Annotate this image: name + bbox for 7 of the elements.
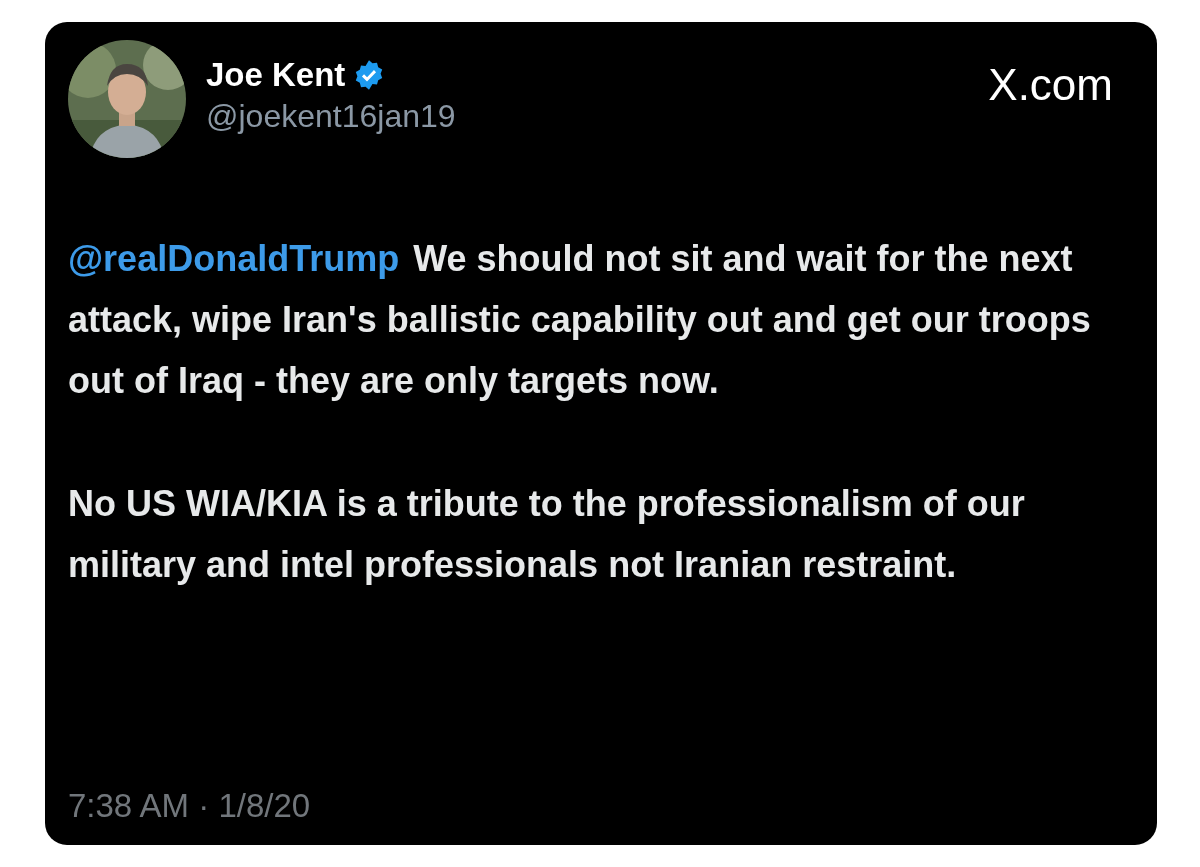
tweet-text: No US WIA/KIA is a tribute to the professionalism of our military and intel professionals not Iranian restraint.: [68, 482, 1026, 587]
author-handle: @joekent16jan19: [206, 98, 457, 135]
tweet-text: @realDonaldTrump We should not sit and wait for the next attack, wipe Iran's ballistic capability out and get our troops out of Iraq - they are only targets now.: [68, 237, 1092, 403]
timestamp: 7:38 AM · 1/8/20: [68, 787, 312, 825]
mention-link[interactable]: @realDonaldTrump: [68, 238, 400, 279]
author-name: Joe Kent: [206, 56, 346, 94]
site-label: X.com: [988, 59, 1113, 110]
